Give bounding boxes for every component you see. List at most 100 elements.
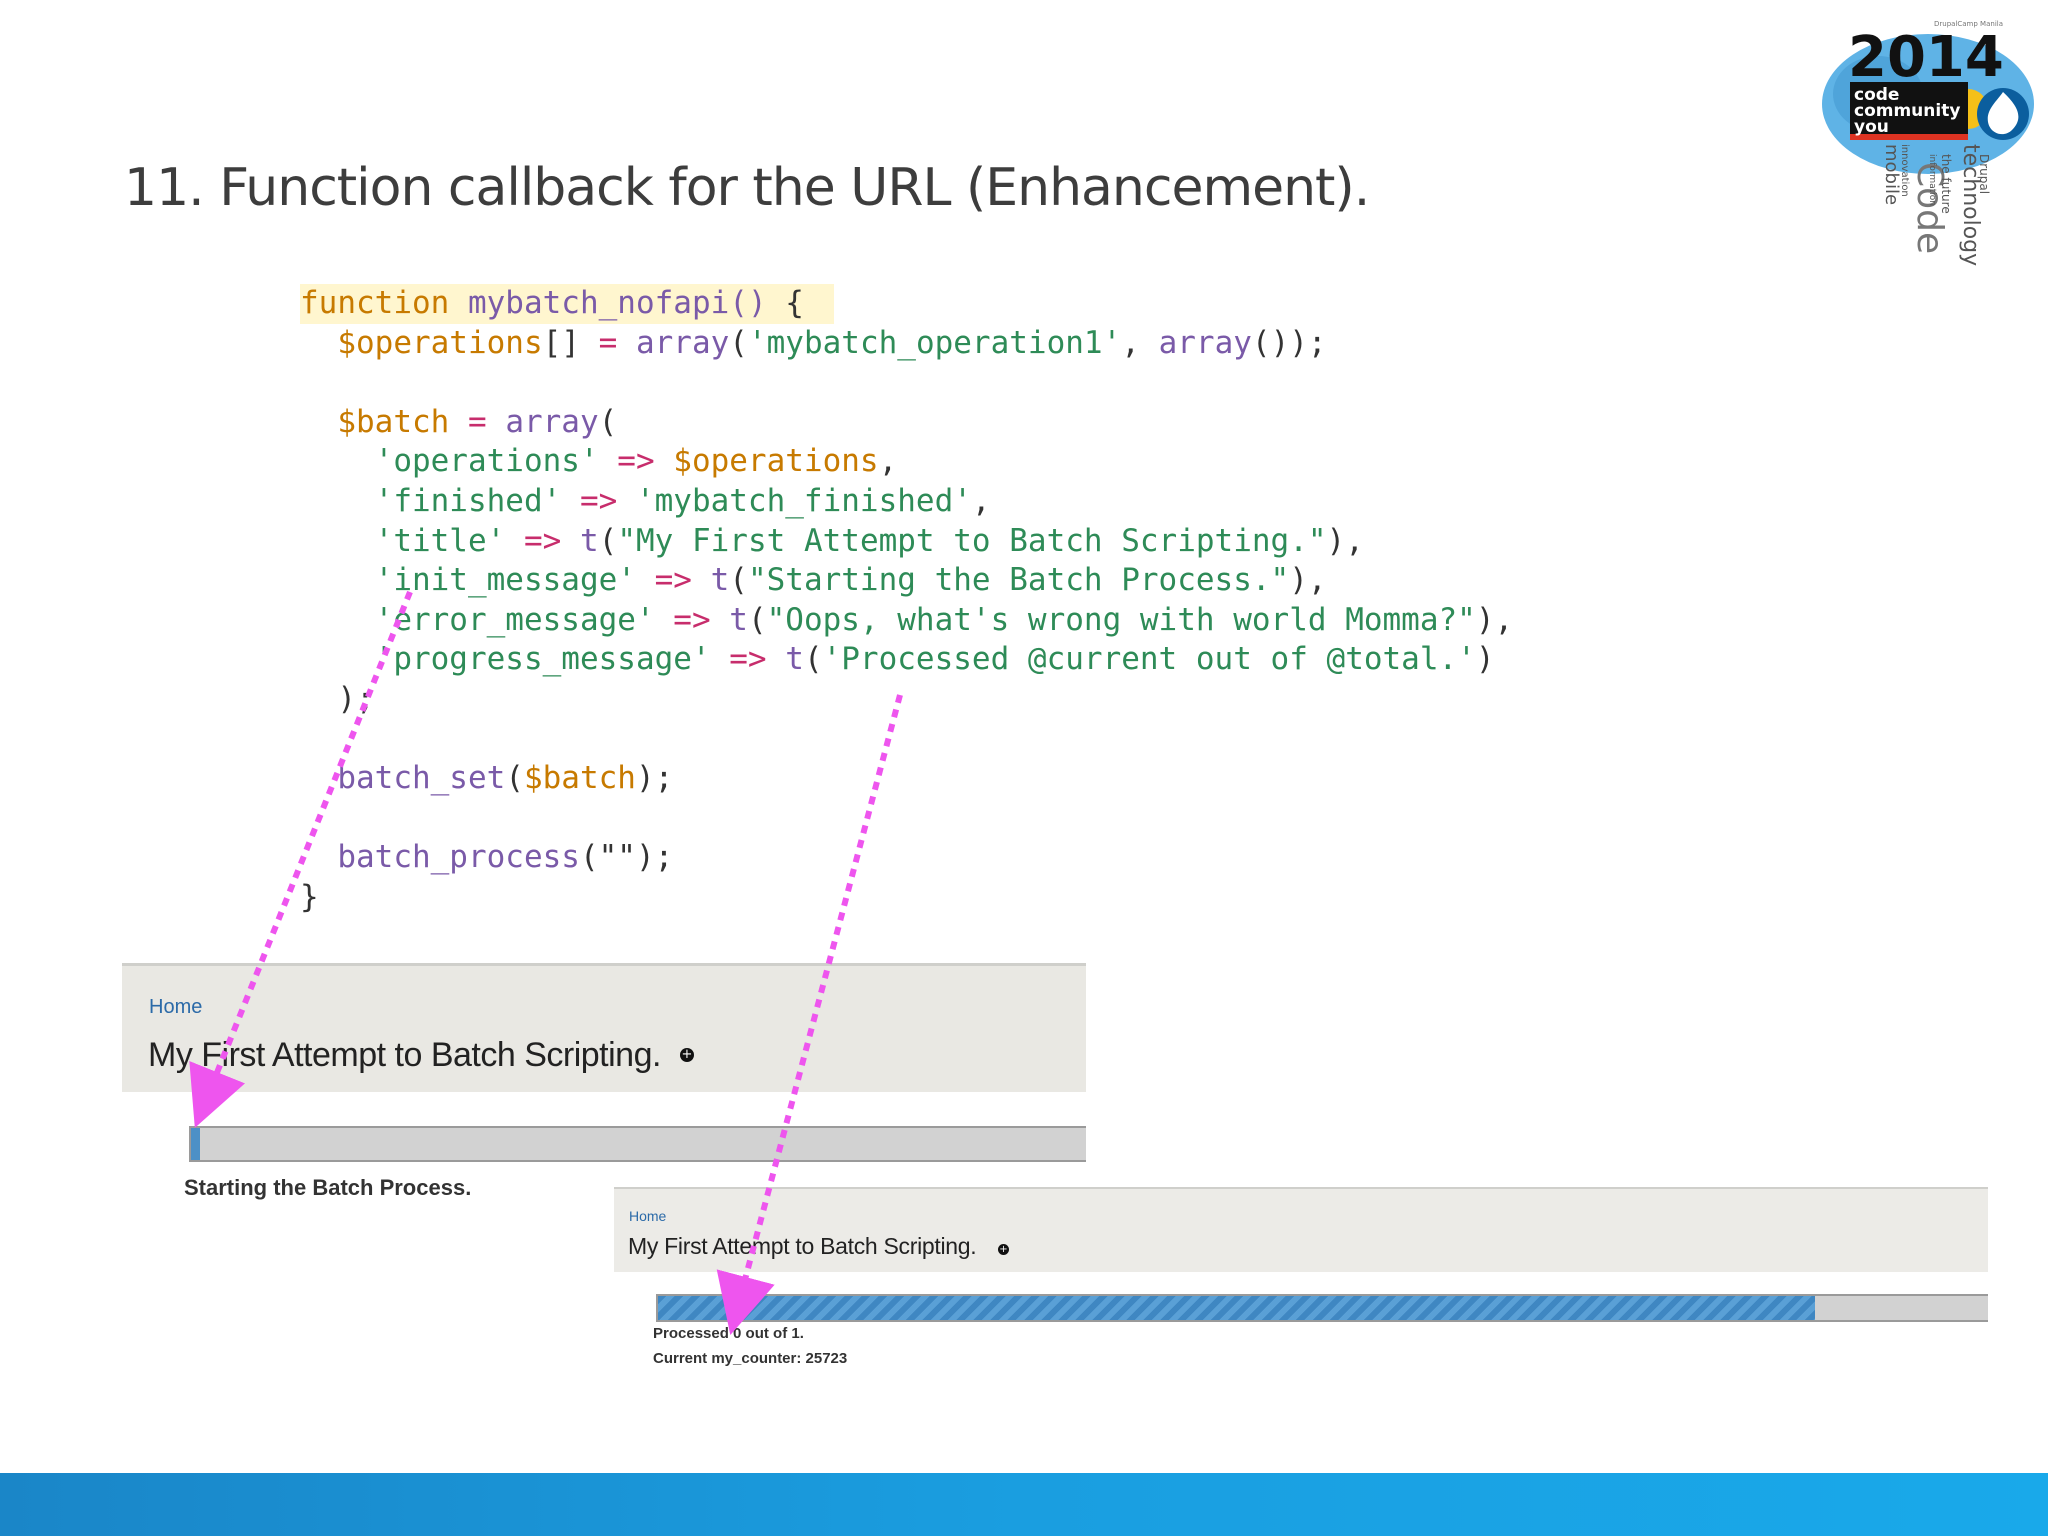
progress-bar	[656, 1294, 1988, 1322]
code-token: "Oops, what's wrong with world Momma?"	[766, 601, 1476, 638]
code-token: 'title'	[374, 522, 506, 559]
code-token: 'mybatch_operation1'	[747, 324, 1122, 361]
code-token: array	[1158, 324, 1252, 361]
code-line: $batch = array(	[300, 403, 1680, 443]
code-token: ),	[1326, 522, 1364, 559]
page-title: My First Attempt to Batch Scripting.	[148, 1036, 661, 1074]
code-token: array	[505, 403, 599, 440]
code-token: =>	[598, 443, 674, 480]
code-token: =>	[710, 641, 786, 678]
counter-message: Current my_counter: 25723	[653, 1350, 848, 1367]
code-token: );	[300, 680, 375, 717]
code-token: $batch	[337, 403, 450, 440]
code-token: ());	[1251, 324, 1327, 361]
code-token: 'init_message'	[374, 562, 636, 599]
page-header: Home My First Attempt to Batch Scripting…	[614, 1187, 1988, 1272]
code-token: (	[729, 324, 748, 361]
code-token: ),	[1475, 601, 1514, 638]
code-token: ),	[1289, 562, 1327, 599]
code-token: =>	[505, 522, 580, 559]
code-token: {	[766, 285, 804, 321]
slide-title: 11. Function callback for the URL (Enhan…	[124, 158, 1370, 218]
code-token: 'finished'	[374, 482, 562, 519]
code-token: }	[300, 878, 319, 915]
code-token: t	[729, 601, 748, 638]
batch-screenshot-progress: Home My First Attempt to Batch Scripting…	[614, 1187, 1988, 1377]
code-line: batch_set($batch);	[300, 759, 1680, 799]
code-token: $batch	[523, 760, 636, 797]
logo-tag-future: the future	[1939, 154, 1953, 214]
code-block: function mybatch_nofapi() { $operations[…	[300, 284, 1680, 918]
code-token: =>	[635, 562, 711, 599]
code-token: 'operations'	[374, 443, 599, 480]
code-line: 'operations' => $operations,	[300, 442, 1680, 482]
page-title: My First Attempt to Batch Scripting.	[628, 1233, 977, 1259]
code-line: 'error_message' => t("Oops, what's wrong…	[300, 601, 1680, 641]
code-token: =	[579, 324, 636, 361]
logo-tag-information: information	[1927, 154, 1937, 206]
code-token: 'error_message'	[374, 601, 655, 638]
shortcut-add-icon[interactable]: +	[998, 1244, 1009, 1255]
code-line: );	[300, 680, 1680, 720]
code-line: $operations[] = array('mybatch_operation…	[300, 324, 1680, 364]
logo-tag-mobile: mobile	[1881, 144, 1902, 205]
code-token: $operations	[673, 443, 879, 480]
batch-screenshot-start: Home My First Attempt to Batch Scripting…	[122, 963, 1086, 1200]
page-header: Home My First Attempt to Batch Scripting…	[122, 963, 1086, 1092]
code-token: $operations	[337, 324, 543, 361]
logo-word-you: you	[1854, 117, 1889, 137]
code-token: =>	[561, 482, 636, 519]
code-token: []	[542, 324, 580, 361]
code-token: ,	[878, 443, 898, 480]
code-token: batch_set	[337, 760, 506, 797]
shortcut-add-icon[interactable]: +	[680, 1048, 694, 1062]
logo-year: 2014	[1848, 25, 2004, 90]
logo-tag-innovation: innovation	[1899, 144, 1910, 197]
progress-message: Processed 0 out of 1.	[653, 1325, 804, 1342]
code-token: array	[635, 324, 730, 361]
breadcrumb-home[interactable]: Home	[149, 996, 202, 1019]
code-token: t	[579, 522, 599, 559]
drupalcamp-logo: 2014 code community you DrupalCamp Manil…	[1818, 14, 2040, 276]
code-token: function	[300, 285, 468, 321]
code-token: (	[803, 641, 823, 678]
progress-bar	[189, 1126, 1086, 1162]
code-token: (	[598, 522, 618, 559]
code-line: 'init_message' => t("Starting the Batch …	[300, 561, 1680, 601]
logo-tag-drupal: Drupal	[1977, 154, 1991, 194]
code-token: batch_process	[337, 839, 580, 876]
code-token: t	[710, 562, 730, 599]
code-token: ,	[1121, 324, 1159, 361]
code-token: );	[635, 760, 674, 797]
code-token: 'Processed @current out of @total.'	[822, 641, 1476, 678]
progress-message: Starting the Batch Process.	[184, 1175, 472, 1200]
code-line: 'progress_message' => t('Processed @curr…	[300, 640, 1680, 680]
code-token: (	[598, 403, 618, 440]
code-token: (	[729, 562, 748, 599]
code-token: ,	[971, 482, 991, 519]
logo-small-text: DrupalCamp Manila	[1934, 20, 2003, 28]
code-line: 'finished' => 'mybatch_finished',	[300, 482, 1680, 522]
breadcrumb-home[interactable]: Home	[629, 1208, 666, 1224]
code-line: 'title' => t("My First Attempt to Batch …	[300, 522, 1680, 562]
code-line: function mybatch_nofapi() {	[300, 284, 1680, 324]
code-token: (	[747, 601, 767, 638]
code-token: 'mybatch_finished'	[635, 482, 972, 519]
code-token: "My First Attempt to Batch Scripting."	[617, 522, 1327, 559]
code-token: )	[1475, 641, 1495, 678]
code-token: "Starting the Batch Process."	[747, 562, 1290, 599]
code-token: t	[785, 641, 804, 678]
code-token: =	[449, 403, 506, 440]
